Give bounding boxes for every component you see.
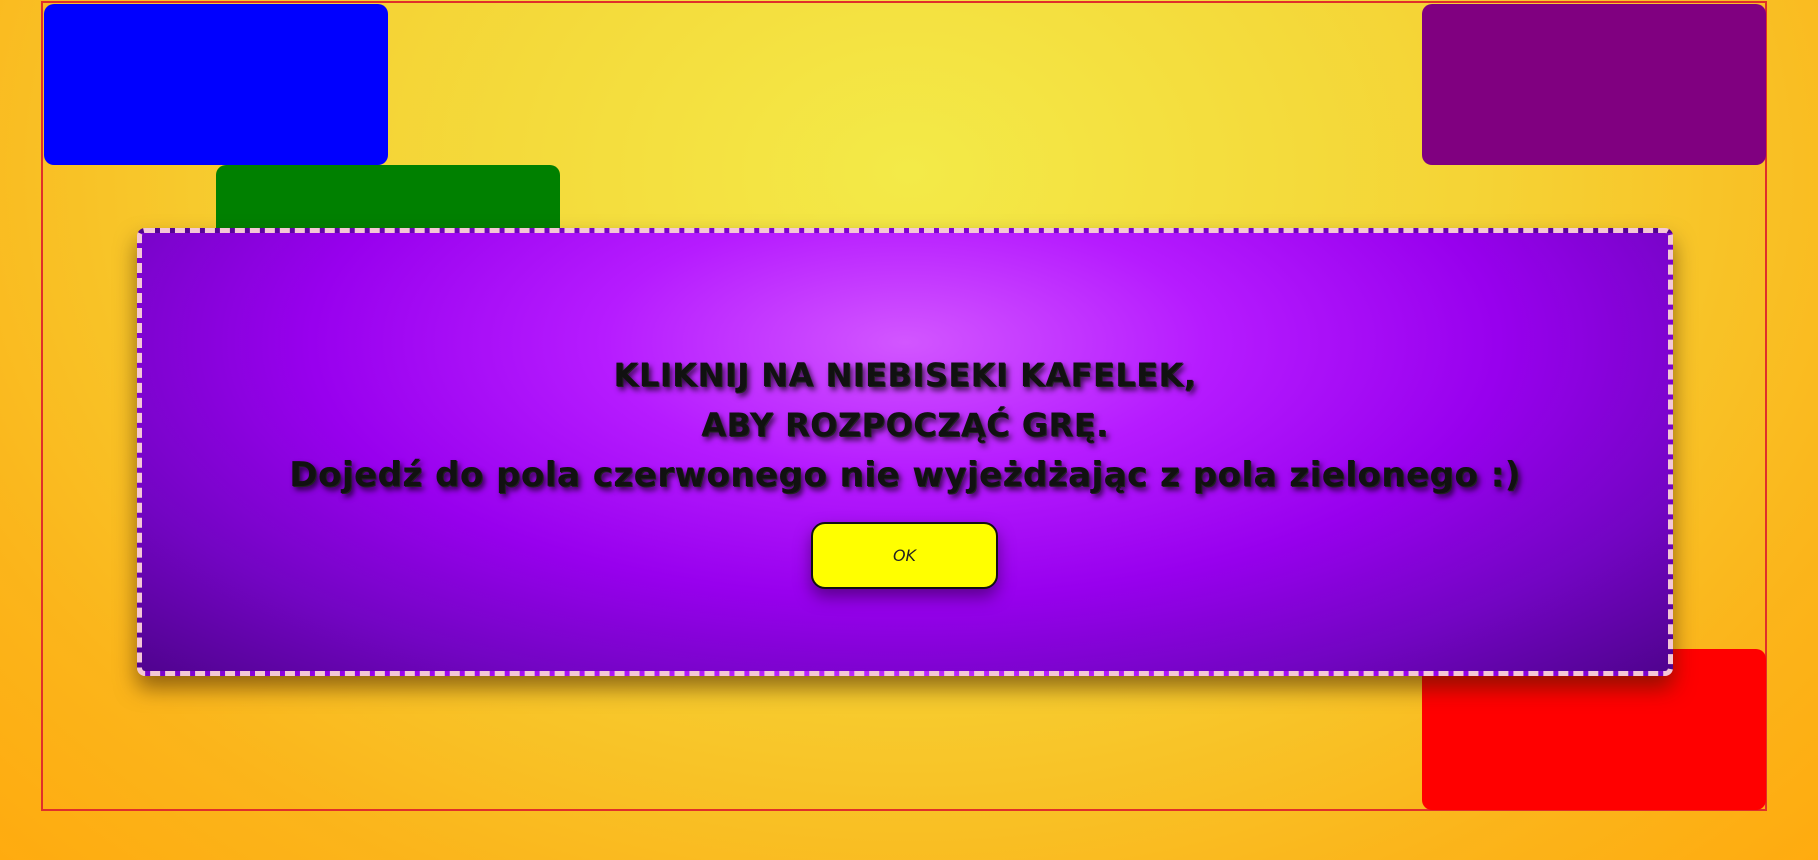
purple-tile[interactable] [1422, 4, 1766, 165]
instruction-line-1: KLIKNIJ NA NIEBISEKI KAFELEK, [613, 356, 1197, 394]
instruction-line-2: ABY ROZPOCZĄĆ GRĘ. [701, 406, 1109, 444]
instruction-line-3: Dojedź do pola czerwonego nie wyjeżdżają… [289, 455, 1521, 495]
instructions-dialog: KLIKNIJ NA NIEBISEKI KAFELEK, ABY ROZPOC… [137, 228, 1673, 676]
ok-button[interactable]: OK [811, 522, 998, 589]
blue-tile[interactable] [44, 4, 388, 165]
instructions-text: KLIKNIJ NA NIEBISEKI KAFELEK, ABY ROZPOC… [142, 350, 1668, 500]
